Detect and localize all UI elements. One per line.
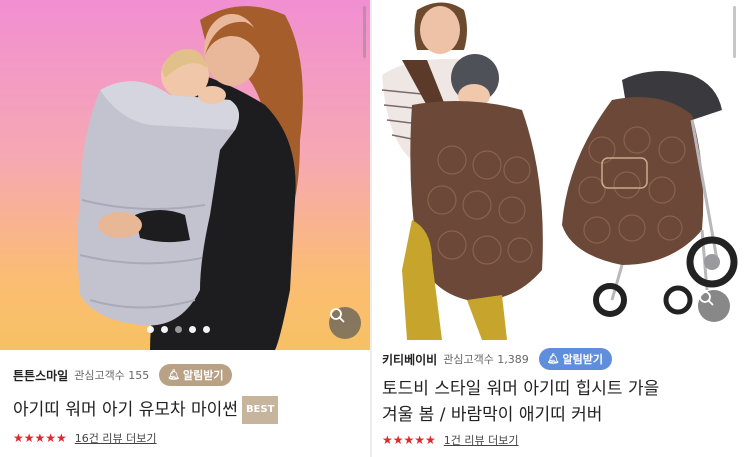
carousel-dot[interactable] [189, 326, 196, 333]
magnifier-icon [330, 308, 345, 323]
carousel-dot[interactable] [147, 326, 154, 333]
carousel-dots [147, 326, 210, 333]
star-rating: ★★★★★ [382, 433, 436, 447]
fans-count: 관심고객수 1,389 [443, 353, 529, 366]
seller-name[interactable]: 튼튼스마일 [13, 367, 68, 384]
product-title-line-1[interactable]: 토드비 스타일 워머 아기띠 힙시트 가을 [382, 376, 745, 402]
product-title-line-2[interactable]: 겨울 봄 / 바람막이 애기띠 커버 [382, 402, 745, 428]
carousel-dot[interactable] [161, 326, 168, 333]
alarm-button[interactable]: 🔔︎ 알림받기 [159, 364, 233, 386]
magnifier-icon [699, 291, 714, 306]
product-grid: 튼튼스마일 관심고객수 155 🔔︎ 알림받기 아기띠 워머 아기 유모차 마이… [0, 0, 745, 457]
image-scrollbar[interactable] [363, 6, 366, 58]
fans-count: 관심고객수 155 [74, 369, 150, 382]
best-badge: BEST [241, 396, 279, 424]
product-image-1[interactable] [0, 0, 370, 350]
product-photo-carrier-warmer [77, 6, 303, 350]
product-info-1: 튼튼스마일 관심고객수 155 🔔︎ 알림받기 아기띠 워머 아기 유모차 마이… [0, 362, 370, 446]
bell-icon: 🔔︎ [546, 353, 560, 365]
product-photo-carrier-cover [381, 2, 738, 340]
star-rating: ★★★★★ [13, 431, 67, 445]
reviews-link[interactable]: 1건 리뷰 더보기 [444, 432, 519, 448]
zoom-button[interactable] [329, 307, 361, 339]
seller-name[interactable]: 키티베이비 [382, 351, 437, 368]
reviews-link[interactable]: 16건 리뷰 더보기 [75, 430, 157, 446]
alarm-label: 알림받기 [183, 369, 224, 382]
product-title[interactable]: 토드비 스타일 워머 아기띠 힙시트 가을 겨울 봄 / 바람막이 애기띠 커버 [382, 376, 745, 428]
alarm-button[interactable]: 🔔︎ 알림받기 [538, 348, 612, 370]
zoom-button[interactable] [698, 290, 730, 322]
product-image-2[interactable] [372, 0, 745, 340]
carousel-dot[interactable] [203, 326, 210, 333]
product-card-1[interactable]: 튼튼스마일 관심고객수 155 🔔︎ 알림받기 아기띠 워머 아기 유모차 마이… [0, 0, 370, 457]
alarm-label: 알림받기 [562, 353, 603, 366]
product-card-2[interactable]: 키티베이비 관심고객수 1,389 🔔︎ 알림받기 토드비 스타일 워머 아기띠… [372, 0, 745, 457]
product-title-text[interactable]: 아기띠 워머 아기 유모차 마이썬 [13, 400, 238, 420]
image-scrollbar[interactable] [733, 6, 736, 58]
carousel-dot[interactable] [175, 326, 182, 333]
product-info-2: 키티베이비 관심고객수 1,389 🔔︎ 알림받기 토드비 스타일 워머 아기띠… [372, 346, 745, 448]
product-title[interactable]: 아기띠 워머 아기 유모차 마이썬 BEST [13, 396, 370, 424]
bell-icon: 🔔︎ [167, 369, 180, 381]
